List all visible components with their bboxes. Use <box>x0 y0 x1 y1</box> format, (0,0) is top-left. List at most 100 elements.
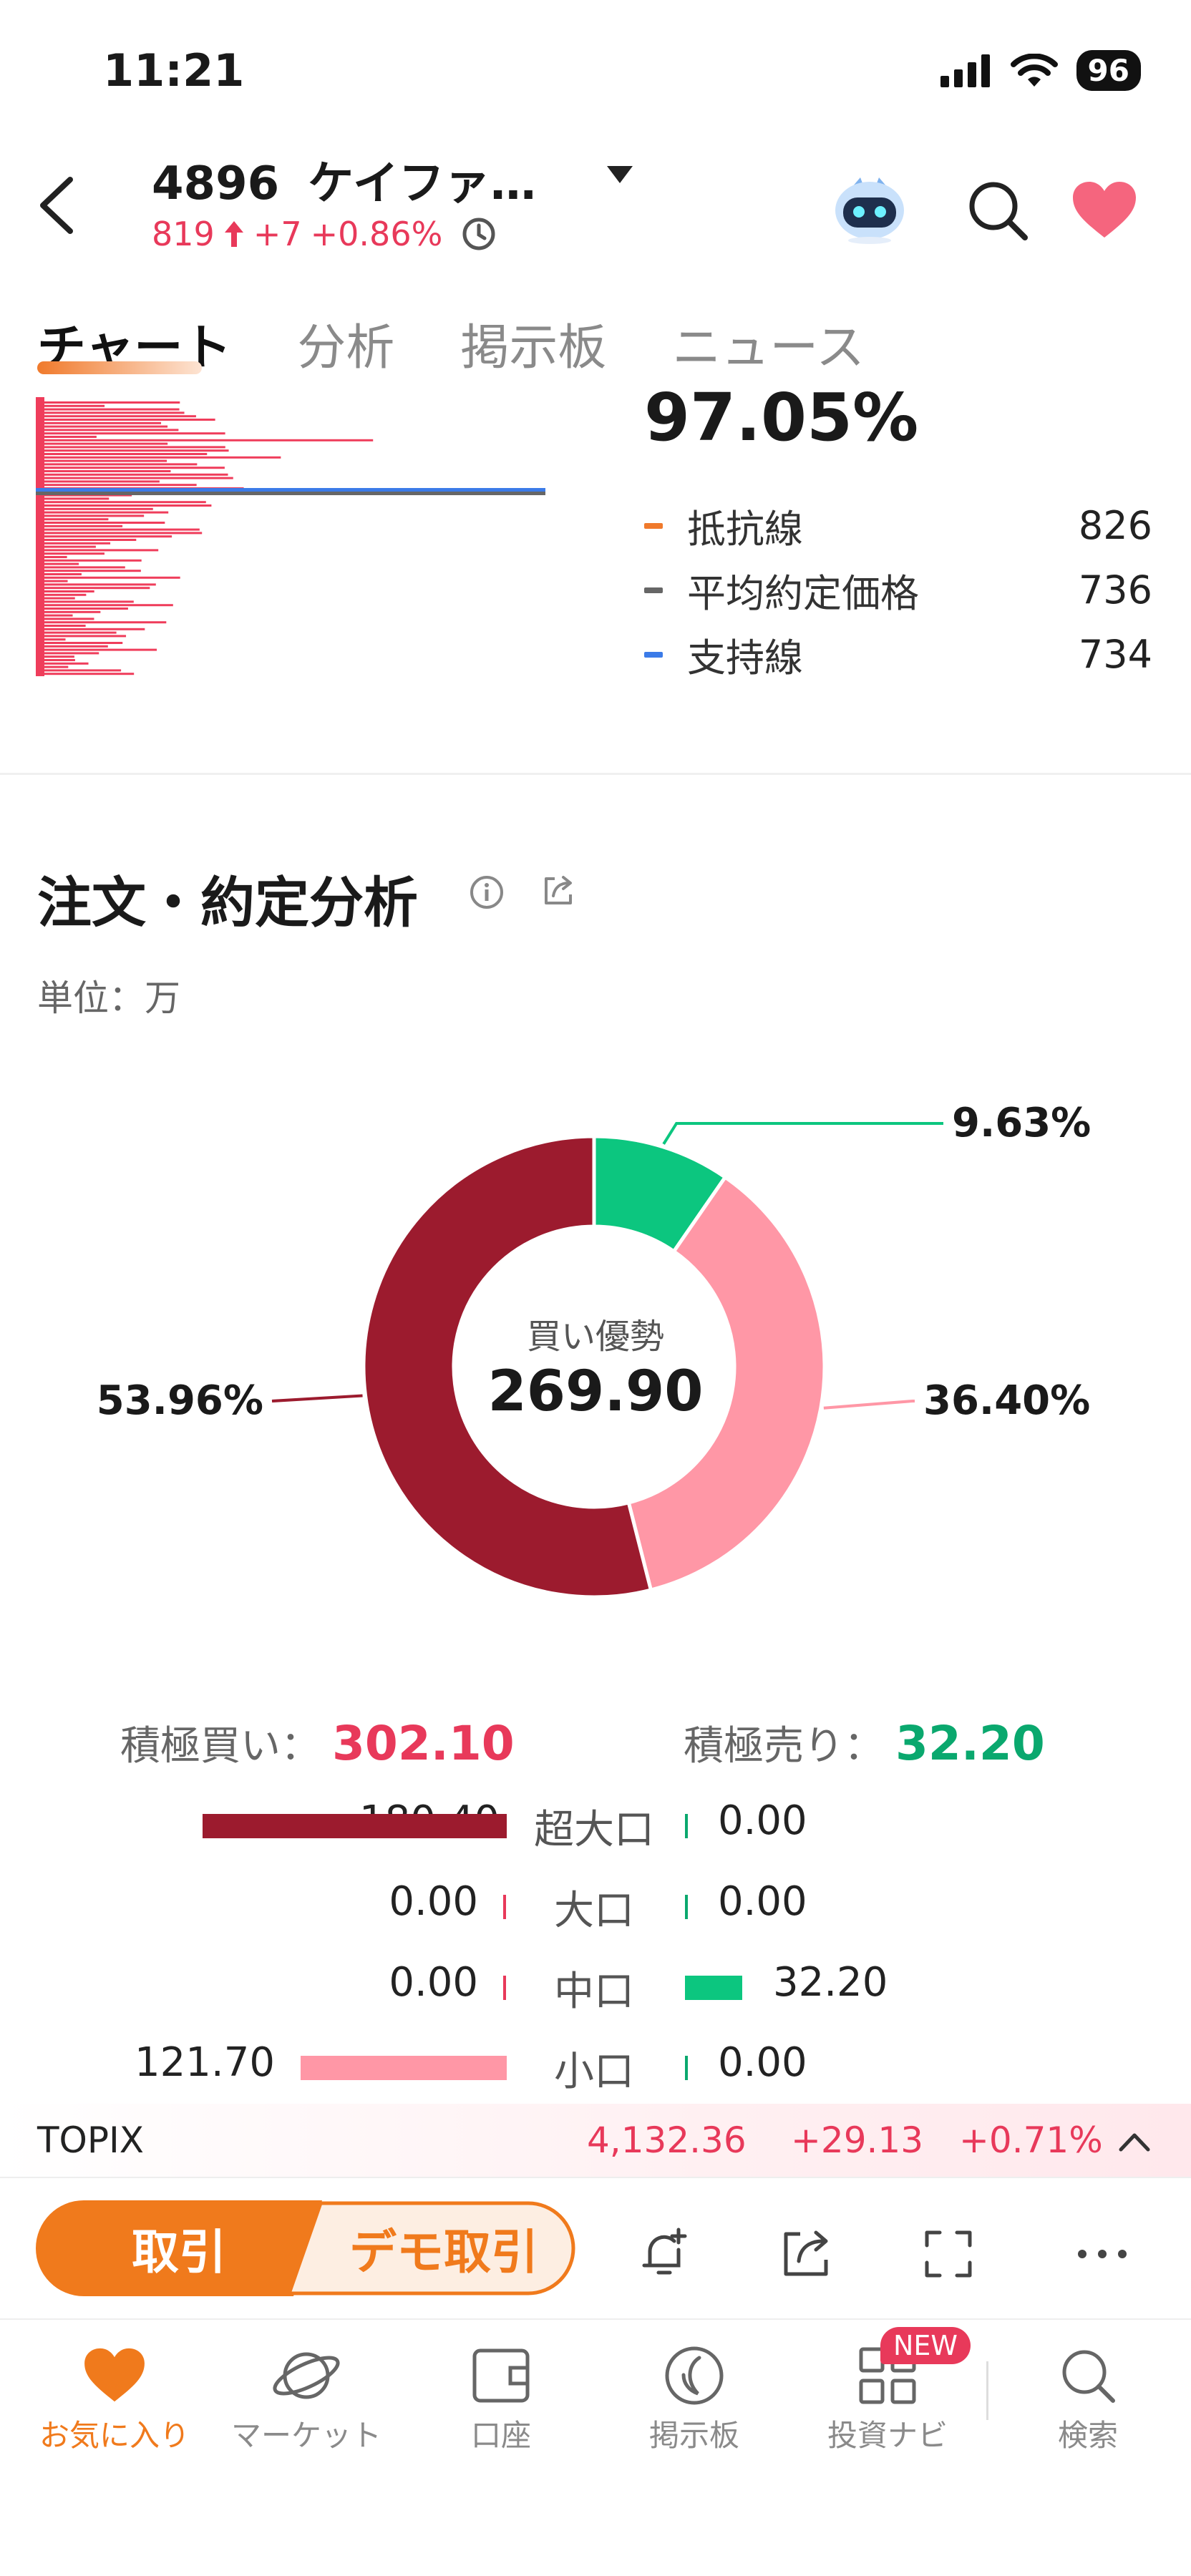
index-value: 4,132.36 <box>587 2119 747 2161</box>
stock-code: 4896 <box>152 157 280 210</box>
size-category: 大口 <box>554 1888 634 1934</box>
volume-profile-bar <box>36 432 225 435</box>
share-icon[interactable] <box>779 2225 836 2283</box>
search-icon[interactable] <box>966 179 1031 243</box>
volume-profile-bar <box>36 645 108 648</box>
volume-profile-bar <box>36 559 142 562</box>
arrow-up-icon <box>224 221 243 247</box>
volume-profile-bar <box>36 518 109 521</box>
clock-icon <box>462 218 495 250</box>
price-level-line <box>36 492 545 495</box>
favorite-heart-icon[interactable] <box>1070 180 1139 240</box>
nav-account[interactable]: 口座 <box>415 2340 587 2455</box>
buy-bar <box>203 1814 507 1838</box>
legend-value: 826 <box>1078 503 1152 548</box>
volume-profile-bar <box>36 442 168 445</box>
legend-label: 抵抗線 <box>687 507 803 552</box>
profile-percent: 97.05% <box>644 379 919 451</box>
demo-trade-button[interactable]: デモ取引 <box>286 2200 573 2296</box>
stock-dropdown-icon[interactable] <box>607 166 633 183</box>
nav-label: 掲示板 <box>648 2418 739 2453</box>
board-icon <box>608 2340 780 2411</box>
active-sell-label: 積極売り： <box>684 1723 884 1770</box>
volume-profile-base <box>36 397 44 676</box>
legend-value: 736 <box>1078 567 1152 613</box>
stock-title[interactable]: 4896 ケイファ… <box>152 147 536 213</box>
volume-profile-bar <box>36 425 168 428</box>
volume-profile-bar <box>36 477 233 479</box>
volume-profile-bar <box>36 631 117 634</box>
volume-profile-bar <box>36 522 165 524</box>
volume-profile-bar <box>36 590 94 592</box>
volume-profile-bar <box>36 608 128 610</box>
nav-label: お気に入り <box>39 2418 190 2453</box>
volume-profile-bar <box>36 539 137 541</box>
volume-profile-bar <box>36 497 110 500</box>
info-icon[interactable] <box>469 874 505 910</box>
nav-search[interactable]: 検索 <box>1002 2340 1174 2455</box>
volume-profile-bar <box>36 587 150 590</box>
volume-profile-bar <box>36 542 111 545</box>
volume-profile-bar <box>36 404 105 407</box>
planet-icon <box>220 2340 392 2411</box>
volume-profile-bar <box>36 635 127 638</box>
divider <box>0 2318 1191 2320</box>
trade-button[interactable]: 取引 <box>36 2200 322 2296</box>
volume-profile-bar <box>36 528 200 531</box>
volume-profile-bar <box>36 610 101 613</box>
volume-profile-bar <box>36 421 162 424</box>
volume-profile-bar <box>36 453 208 455</box>
active-buy-value: 302.10 <box>332 1716 515 1771</box>
tab-board[interactable]: 掲示板 <box>460 308 606 379</box>
nav-market[interactable]: マーケット <box>220 2340 392 2455</box>
buy-bar <box>503 1976 506 2000</box>
new-badge: NEW <box>880 2327 971 2364</box>
volume-profile-bar <box>36 507 153 510</box>
volume-profile-bar <box>36 511 169 514</box>
share-icon[interactable] <box>540 873 576 909</box>
volume-profile-bar <box>36 411 185 414</box>
volume-profile-bar <box>36 570 141 572</box>
active-sell-value: 32.20 <box>895 1716 1045 1771</box>
nav-label: 投資ナビ <box>827 2418 948 2453</box>
fullscreen-icon[interactable] <box>920 2225 977 2283</box>
robot-assistant-icon[interactable] <box>830 173 909 245</box>
more-icon[interactable] <box>1074 2225 1131 2283</box>
section-title: 注文・約定分析 <box>37 871 418 935</box>
price-level-line <box>36 488 545 492</box>
signal-icon <box>940 54 990 87</box>
volume-profile-bar <box>36 446 225 449</box>
nav-board[interactable]: 掲示板 <box>608 2340 780 2455</box>
status-time: 11:21 <box>103 44 245 97</box>
volume-profile-bar <box>36 621 167 624</box>
size-row: 0.00 中口 32.20 <box>0 1959 1191 2024</box>
legend-label: 支持線 <box>687 635 803 680</box>
chevron-up-icon[interactable] <box>1117 2127 1152 2155</box>
index-name: TOPIX <box>37 2119 145 2161</box>
back-icon[interactable] <box>36 175 79 235</box>
unit-label: 単位：万 <box>37 977 180 1019</box>
stock-name: ケイファ… <box>308 157 536 210</box>
donut-center-value: 269.90 <box>487 1360 704 1424</box>
volume-profile-bar <box>36 419 215 421</box>
size-row: 0.00 大口 0.00 <box>0 1878 1191 1943</box>
size-category: 中口 <box>554 1968 634 2015</box>
volume-profile-bar <box>36 504 212 507</box>
stock-quote: 819 +7 +0.86% <box>152 215 497 253</box>
tab-news[interactable]: ニュース <box>672 308 865 379</box>
volume-profile-bar <box>36 415 196 418</box>
alert-add-icon[interactable] <box>637 2225 694 2283</box>
tab-analysis[interactable]: 分析 <box>297 308 394 379</box>
nav-favorites[interactable]: お気に入り <box>29 2340 200 2455</box>
volume-profile-bar <box>36 648 157 651</box>
sell-bar <box>685 1895 688 1919</box>
legend-average: 平均約定価格 736 <box>644 562 1152 618</box>
volume-profile-bar <box>36 552 104 555</box>
sell-bar <box>685 1814 688 1838</box>
nav-separator <box>986 2361 988 2420</box>
sell-amount: 32.20 <box>773 1959 888 2006</box>
volume-profile-bar <box>36 473 228 476</box>
volume-profile-bar <box>36 669 122 672</box>
wallet-icon <box>415 2340 587 2411</box>
stock-change: +7 <box>253 215 302 253</box>
